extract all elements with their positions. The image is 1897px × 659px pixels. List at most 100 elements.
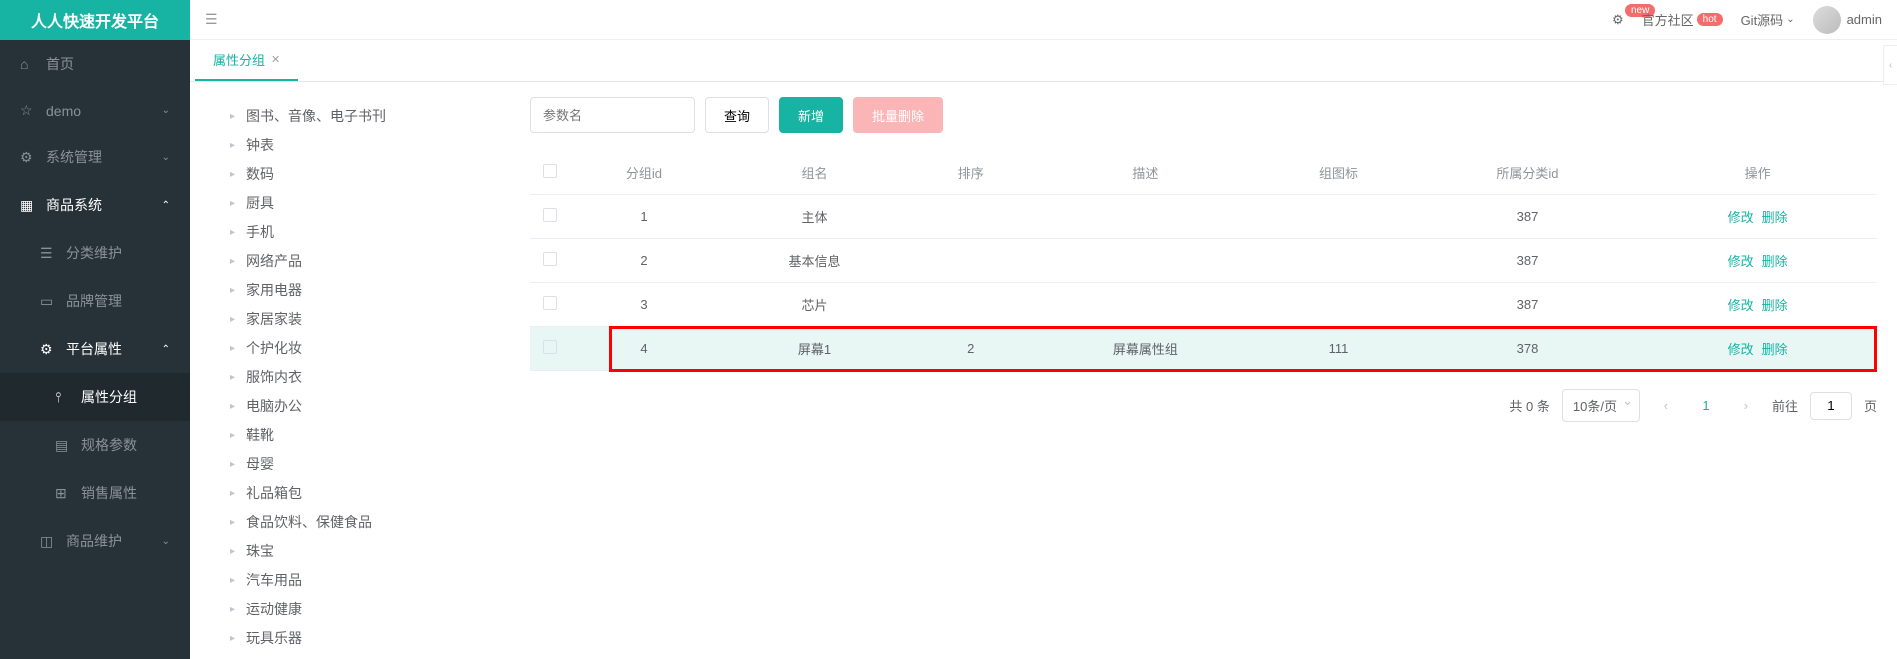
col-id: 分组id <box>570 151 718 195</box>
chevron-down-icon: ⌄ <box>1786 14 1794 25</box>
community-link[interactable]: 官方社区 hot <box>1642 10 1723 29</box>
tree-item[interactable]: ▸个护化妆 <box>220 334 520 363</box>
cell-id: 3 <box>570 283 718 327</box>
caret-icon: ▸ <box>230 254 242 269</box>
row-checkbox[interactable] <box>543 208 557 222</box>
row-checkbox[interactable] <box>543 296 557 310</box>
cell-cat: 387 <box>1417 239 1639 283</box>
delete-link[interactable]: 删除 <box>1762 342 1788 357</box>
edit-link[interactable]: 修改 <box>1728 298 1754 313</box>
tree-item[interactable]: ▸电脑办公 <box>220 392 520 421</box>
sidebar-item-home[interactable]: ⌂ 首页 <box>0 40 190 88</box>
caret-icon: ▸ <box>230 602 242 617</box>
cell-actions: 修改删除 <box>1638 195 1877 239</box>
user-menu[interactable]: admin <box>1813 6 1882 34</box>
select-all-checkbox[interactable] <box>543 164 557 178</box>
delete-link[interactable]: 删除 <box>1762 210 1788 225</box>
cell-cat: 387 <box>1417 195 1639 239</box>
table-row: 2基本信息387修改删除 <box>530 239 1877 283</box>
tree-item[interactable]: ▸汽车用品 <box>220 566 520 595</box>
tree-item[interactable]: ▸数码 <box>220 160 520 189</box>
tree-item[interactable]: ▸家用电器 <box>220 276 520 305</box>
settings-link[interactable]: ⚙ new <box>1612 12 1624 28</box>
tree-item[interactable]: ▸鞋靴 <box>220 421 520 450</box>
prev-page-button[interactable]: ‹ <box>1652 392 1680 420</box>
row-checkbox[interactable] <box>543 252 557 266</box>
batch-delete-button[interactable]: 批量删除 <box>853 97 943 133</box>
tree-item[interactable]: ▸母婴 <box>220 450 520 479</box>
caret-icon: ▸ <box>230 631 242 646</box>
gear-icon: ⚙ <box>40 341 58 358</box>
brand-label: 品牌管理 <box>66 291 170 311</box>
caret-icon: ▸ <box>230 225 242 240</box>
topbar: ☰ ⚙ new 官方社区 hot Git源码 ⌄ admin <box>190 0 1897 40</box>
git-link[interactable]: Git源码 ⌄ <box>1741 10 1795 29</box>
chevron-up-icon: ⌃ <box>162 344 170 355</box>
add-button[interactable]: 新增 <box>779 97 843 133</box>
caret-icon: ▸ <box>230 196 242 211</box>
tree-item[interactable]: ▸礼品箱包 <box>220 479 520 508</box>
cell-id: 4 <box>570 327 718 371</box>
sidebar-item-category[interactable]: ☰ 分类维护 <box>0 229 190 277</box>
tree-item[interactable]: ▸运动健康 <box>220 595 520 624</box>
tree-item[interactable]: ▸ 玩具乐器 <box>220 624 520 653</box>
tree-label: 玩具乐器 <box>246 628 302 649</box>
tree-item[interactable]: ▸钟表 <box>220 131 520 160</box>
col-name: 组名 <box>718 151 911 195</box>
caret-icon: ▸ <box>230 399 242 414</box>
query-button[interactable]: 查询 <box>705 97 769 133</box>
tree-label: 汽车用品 <box>246 570 302 591</box>
tree-item[interactable]: ▸ 手机 <box>220 218 520 247</box>
page-number[interactable]: 1 <box>1692 398 1720 413</box>
sidebar-item-attr-group[interactable]: ⫯ 属性分组 <box>0 373 190 421</box>
goto-input[interactable] <box>1810 392 1852 420</box>
tree-item[interactable]: ▸厨具 <box>220 189 520 218</box>
close-icon[interactable]: ✕ <box>271 53 280 66</box>
search-input[interactable] <box>530 97 695 133</box>
edit-link[interactable]: 修改 <box>1728 342 1754 357</box>
delete-link[interactable]: 删除 <box>1762 298 1788 313</box>
cell-name: 芯片 <box>718 283 911 327</box>
col-desc: 描述 <box>1030 151 1260 195</box>
col-sort: 排序 <box>911 151 1030 195</box>
tabs-bar: 属性分组 ✕ <box>190 40 1897 82</box>
cell-name: 基本信息 <box>718 239 911 283</box>
delete-link[interactable]: 删除 <box>1762 254 1788 269</box>
page-size-select[interactable]: 10条/页 <box>1562 389 1640 422</box>
pagination: 共 0 条 10条/页 ‹ 1 › 前往 页 <box>530 389 1877 422</box>
tree-item[interactable]: ▸彩票、旅行、充值、票务 <box>220 653 520 659</box>
edit-link[interactable]: 修改 <box>1728 254 1754 269</box>
cell-name: 主体 <box>718 195 911 239</box>
caret-icon: ▸ <box>230 544 242 559</box>
tree-label: 手机 <box>246 222 274 243</box>
caret-icon: ▸ <box>230 486 242 501</box>
cell-sort: 2 <box>911 327 1030 371</box>
tree-item[interactable]: ▸食品饮料、保健食品 <box>220 508 520 537</box>
table-area: 查询 新增 批量删除 分组id 组名 排序 描述 组图标 所属分类id <box>530 82 1897 659</box>
tree-item[interactable]: ▸家居家装 <box>220 305 520 334</box>
spec-param-label: 规格参数 <box>81 435 170 455</box>
sidebar-item-platform-attr[interactable]: ⚙ 平台属性 ⌃ <box>0 325 190 373</box>
tree-item[interactable]: ▸网络产品 <box>220 247 520 276</box>
tab-attr-group[interactable]: 属性分组 ✕ <box>195 40 298 81</box>
sidebar-item-system[interactable]: ⚙ 系统管理 ⌄ <box>0 133 190 181</box>
tree-item[interactable]: ▸珠宝 <box>220 537 520 566</box>
side-panel-toggle[interactable]: ‹ <box>1883 45 1897 85</box>
sidebar-item-brand[interactable]: ▭ 品牌管理 <box>0 277 190 325</box>
tree-label: 图书、音像、电子书刊 <box>246 106 386 127</box>
next-page-button[interactable]: › <box>1732 392 1760 420</box>
sidebar-item-demo[interactable]: ☆ demo ⌄ <box>0 88 190 133</box>
cell-icon <box>1260 195 1416 239</box>
avatar <box>1813 6 1841 34</box>
menu-toggle-icon[interactable]: ☰ <box>205 11 218 28</box>
edit-link[interactable]: 修改 <box>1728 210 1754 225</box>
sidebar-item-spec-param[interactable]: ▤ 规格参数 <box>0 421 190 469</box>
row-checkbox[interactable] <box>543 340 557 354</box>
tree-item[interactable]: ▸服饰内衣 <box>220 363 520 392</box>
sidebar-item-product-maintain[interactable]: ◫ 商品维护 ⌄ <box>0 517 190 565</box>
sidebar-item-sale-attr[interactable]: ⊞ 销售属性 <box>0 469 190 517</box>
brand-logo: 人人快速开发平台 <box>0 0 190 40</box>
sidebar-item-product[interactable]: ▦ 商品系统 ⌃ <box>0 181 190 229</box>
chevron-down-icon: ⌄ <box>162 152 170 163</box>
tree-item[interactable]: ▸图书、音像、电子书刊 <box>220 102 520 131</box>
